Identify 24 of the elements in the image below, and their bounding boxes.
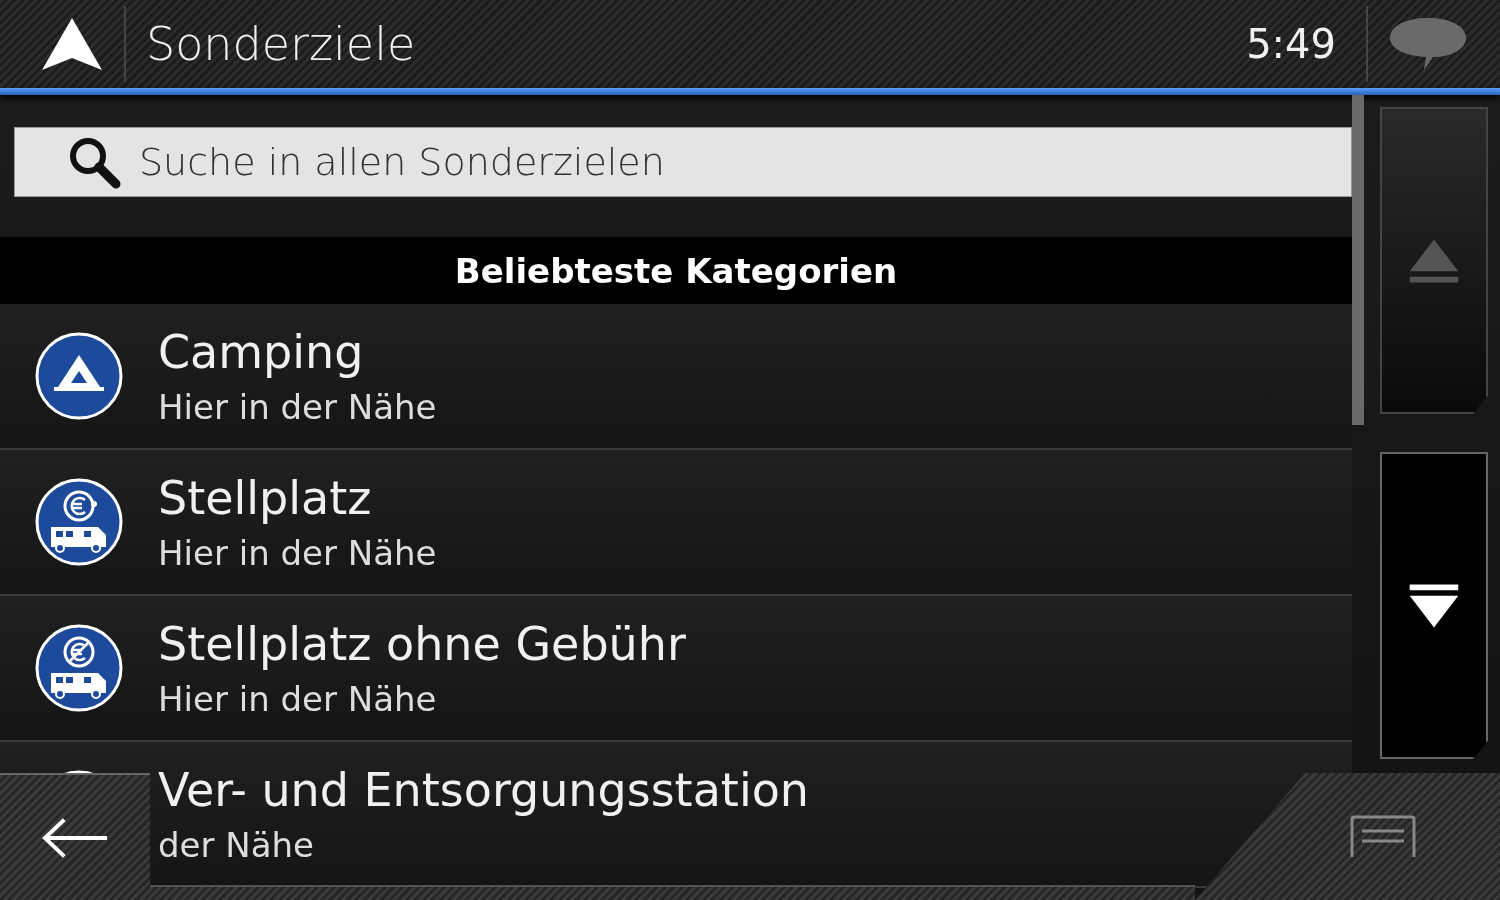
motorhome-icon bbox=[34, 477, 124, 567]
category-distance: der Nähe bbox=[158, 825, 316, 865]
category-title: Ver- und Entsorgungsstation bbox=[158, 763, 809, 817]
category-title: Stellplatz ohne Gebühr bbox=[158, 617, 686, 671]
navigation-arrow-icon[interactable] bbox=[40, 16, 104, 72]
scrollbar-thumb[interactable] bbox=[1352, 95, 1364, 425]
clock-time: 5:49 bbox=[1246, 21, 1336, 67]
category-item[interactable]: Camping Hier in der Nähe bbox=[0, 304, 1352, 450]
category-item[interactable]: Stellplatz Hier in der Nähe bbox=[0, 450, 1352, 596]
category-title: Stellplatz bbox=[158, 471, 373, 525]
speech-bubble-icon[interactable] bbox=[1388, 16, 1468, 72]
category-distance: Hier in der Nähe bbox=[158, 533, 437, 573]
scroll-down-button[interactable] bbox=[1380, 452, 1488, 759]
category-title: Camping bbox=[158, 325, 365, 379]
category-distance: Hier in der Nähe bbox=[158, 679, 438, 719]
section-title: Beliebteste Kategorien bbox=[454, 250, 898, 291]
motorhome-icon bbox=[34, 623, 124, 713]
tent-icon bbox=[34, 331, 124, 421]
back-button[interactable] bbox=[0, 773, 150, 900]
category-distance: Hier in der Nähe bbox=[158, 387, 437, 427]
category-item[interactable]: Stellplatz ohne Gebühr Hier in der Nähe bbox=[0, 596, 1352, 742]
screen-title: Sonderziele bbox=[146, 17, 417, 71]
menu-icon bbox=[1349, 814, 1416, 859]
search-field[interactable]: Suche in allen Sonderzielen bbox=[14, 127, 1352, 197]
